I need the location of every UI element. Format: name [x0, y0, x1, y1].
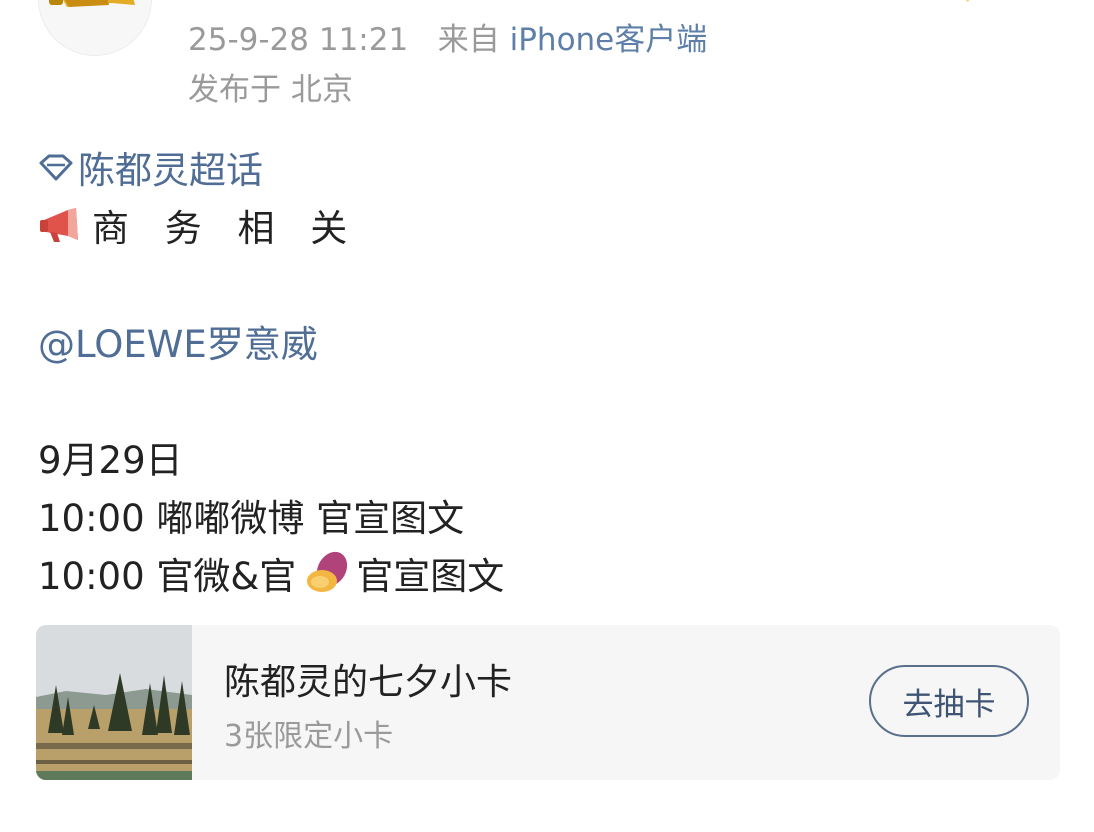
- schedule-line-1: 10:00 嘟嘟微博 官宣图文: [38, 497, 465, 540]
- card-subtitle: 3张限定小卡: [224, 719, 394, 754]
- card-banner[interactable]: 陈都灵的七夕小卡 3张限定小卡 去抽卡: [36, 625, 1060, 780]
- megaphone-avatar-icon: [49, 0, 135, 7]
- mention-link[interactable]: @LOEWE罗意威: [38, 314, 318, 368]
- card-title: 陈都灵的七夕小卡: [224, 662, 513, 703]
- source-prefix: 来自: [437, 22, 500, 58]
- megaphone-icon: [40, 208, 78, 242]
- supertopic-label: 陈都灵超话: [78, 149, 263, 192]
- schedule-line-2-suffix: 官宣图文: [356, 555, 505, 598]
- sweet-potato-icon: [307, 551, 348, 592]
- more-icon[interactable]: [954, 0, 1024, 6]
- schedule-line-2-prefix: 10:00 官微&官: [38, 555, 297, 598]
- draw-card-button[interactable]: 去抽卡: [869, 665, 1029, 737]
- business-label: 商 务 相 关: [92, 207, 360, 250]
- post-location: 发布于 北京: [188, 72, 353, 108]
- post-page: 25-9-28 11:21 来自 iPhone客户端 发布于 北京 陈都灵超话 …: [0, 0, 1094, 832]
- card-thumbnail: [36, 625, 192, 780]
- source-link[interactable]: iPhone客户端: [510, 22, 708, 58]
- user-avatar[interactable]: [38, 0, 152, 56]
- post-meta: 25-9-28 11:21 来自 iPhone客户端: [188, 14, 707, 59]
- supertopic-link[interactable]: 陈都灵超话: [38, 140, 263, 194]
- business-line: 商 务 相 关: [38, 198, 359, 252]
- schedule-line-2: 10:00 官微&官 官宣图文: [38, 546, 504, 600]
- diamond-icon: [39, 154, 73, 181]
- post-time: 25-9-28 11:21: [188, 22, 409, 58]
- schedule-date: 9月29日: [38, 439, 183, 482]
